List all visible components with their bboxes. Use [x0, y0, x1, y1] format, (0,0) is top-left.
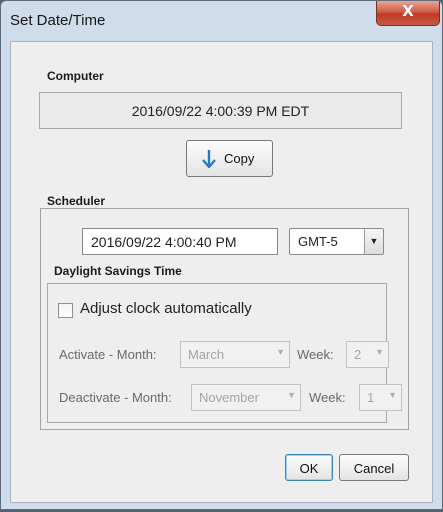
- activate-week-value: 2: [354, 347, 362, 362]
- chevron-down-icon: ▼: [364, 229, 383, 254]
- chevron-down-icon: ▼: [287, 390, 296, 400]
- activate-month-select[interactable]: March ▼: [180, 341, 290, 368]
- adjust-clock-checkbox[interactable]: [58, 303, 73, 318]
- cancel-button-label: Cancel: [353, 461, 395, 476]
- deactivate-month-label: Deactivate - Month:: [59, 390, 172, 405]
- cancel-button[interactable]: Cancel: [339, 454, 409, 481]
- timezone-select[interactable]: GMT-5 ▼: [289, 228, 384, 255]
- deactivate-month-value: November: [199, 390, 259, 405]
- chevron-down-icon: ▼: [388, 390, 397, 400]
- activate-week-select[interactable]: 2 ▼: [346, 341, 389, 368]
- deactivate-month-select[interactable]: November ▼: [191, 384, 301, 411]
- copy-button[interactable]: Copy: [186, 140, 273, 177]
- ok-button[interactable]: OK: [285, 454, 333, 481]
- scheduler-label: Scheduler: [47, 194, 106, 208]
- close-button[interactable]: X: [376, 1, 440, 26]
- chevron-down-icon: ▼: [276, 347, 285, 357]
- adjust-clock-label: Adjust clock automatically: [80, 300, 252, 317]
- close-icon: X: [402, 2, 414, 20]
- ok-button-label: OK: [299, 461, 319, 476]
- computer-time-panel: 2016/09/22 4:00:39 PM EDT: [39, 92, 402, 129]
- copy-button-label: Copy: [224, 151, 255, 166]
- dst-label: Daylight Savings Time: [54, 264, 182, 278]
- deactivate-week-select[interactable]: 1 ▼: [359, 384, 402, 411]
- down-arrow-icon: [202, 150, 216, 169]
- activate-month-label: Activate - Month:: [59, 347, 157, 362]
- deactivate-week-label: Week:: [309, 390, 346, 405]
- timezone-value: GMT-5: [298, 234, 338, 249]
- activate-week-label: Week:: [297, 347, 334, 362]
- computer-label: Computer: [47, 69, 104, 83]
- activate-month-value: March: [188, 347, 225, 362]
- window-title: Set Date/Time: [10, 12, 106, 29]
- deactivate-week-value: 1: [367, 390, 375, 405]
- chevron-down-icon: ▼: [375, 347, 384, 357]
- scheduler-time-input[interactable]: 2016/09/22 4:00:40 PM: [82, 228, 278, 255]
- computer-time-value: 2016/09/22 4:00:39 PM EDT: [131, 103, 310, 119]
- title-bar[interactable]: Set Date/Time X: [1, 1, 442, 41]
